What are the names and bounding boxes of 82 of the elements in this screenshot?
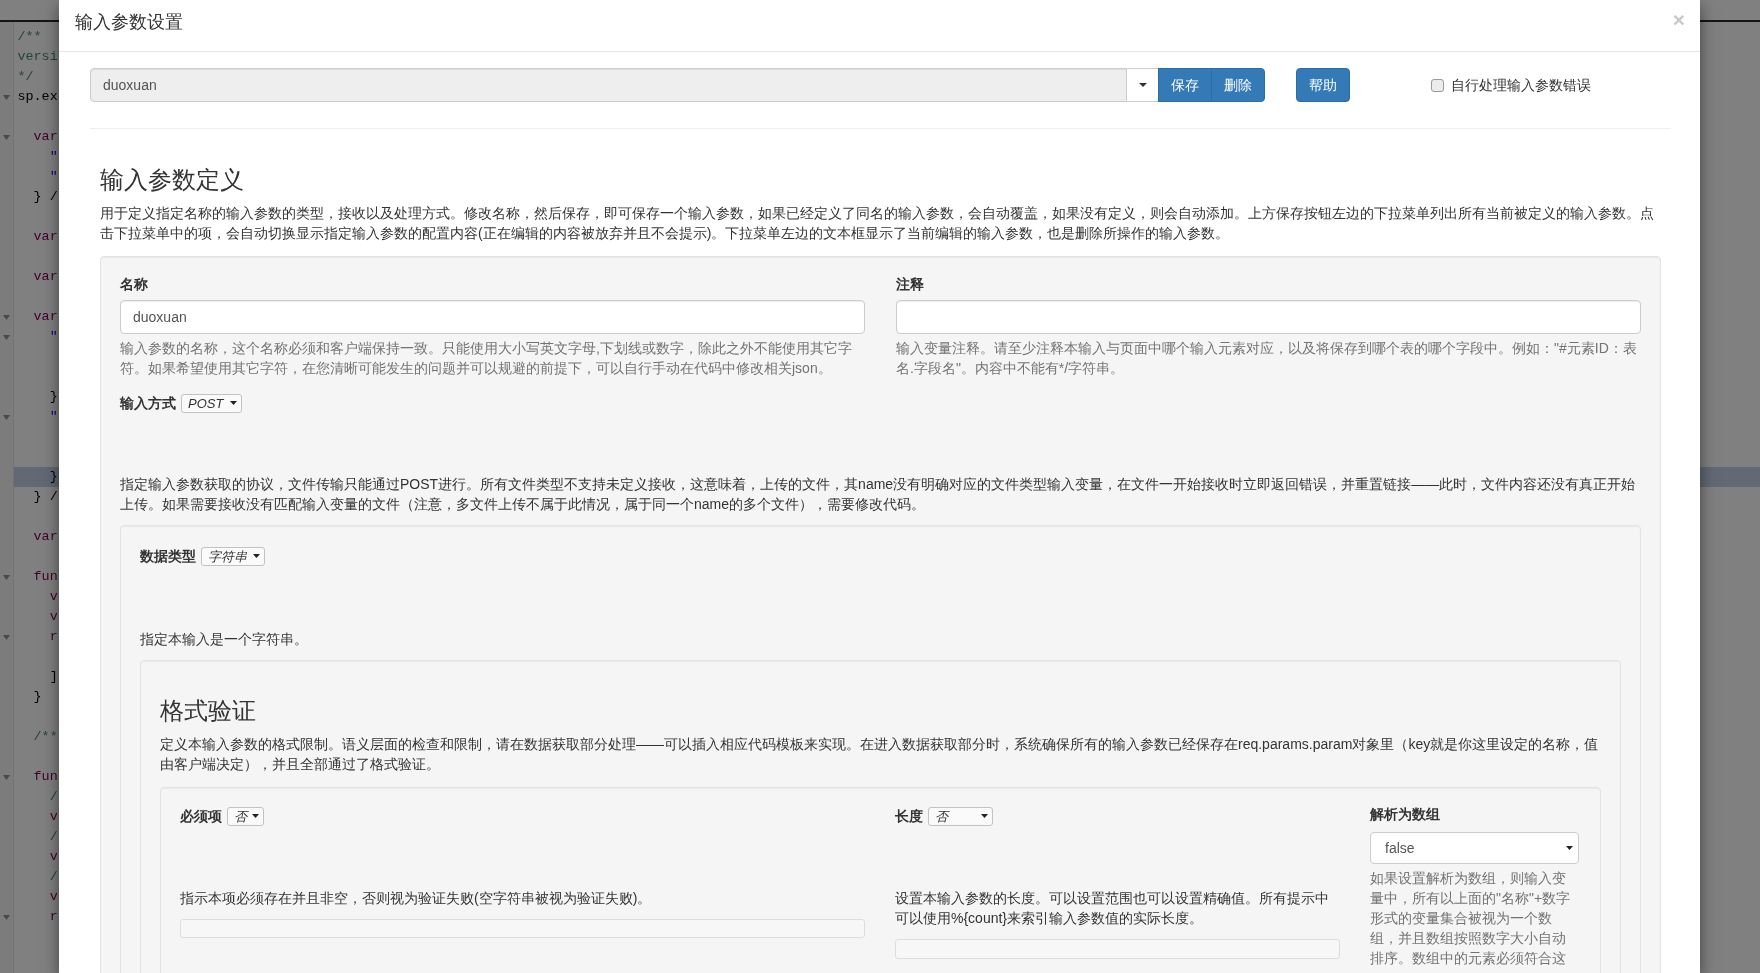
code-text: " xyxy=(48,168,58,186)
section-heading: 输入参数定义 xyxy=(100,167,245,193)
help-text: 如果设置解析为数组，则输入变量中，所有以上面的"名称"+数字形式的变量集合被视为一个数组，并且数组按照数字大小自动排序。数组中的元素必须符合这 xyxy=(1370,869,1572,968)
code-text: fun xyxy=(32,568,58,586)
triangle-icon[interactable] xyxy=(3,774,10,780)
description-text: 指定本输入是一个字符串。 xyxy=(140,630,309,649)
code-text: } xyxy=(48,388,58,406)
code-text: v xyxy=(48,608,58,626)
field-label: 输入方式 xyxy=(120,394,176,413)
code-text: r xyxy=(48,908,58,926)
description-text: 定义本输入参数的格式限制。语义层面的检查和限制，请在数据获取部分处理——可以插入相应代码模板来实现。在进入数据获取部分时，系统确保所有的输入参数已经保存在req.params.param对象里（key就是你这里设定的名称，值由客户端决定），并且全部通过了格式验证。 xyxy=(160,735,1600,774)
field-label: 名称 xyxy=(120,275,149,294)
code-text: var xyxy=(32,228,58,246)
dropdown-button[interactable]: 否 xyxy=(928,806,993,826)
input-field[interactable] xyxy=(895,939,1340,959)
code-text: versi xyxy=(17,48,58,66)
code-text: var xyxy=(32,268,58,286)
code-text: var xyxy=(32,528,58,546)
field-label: 必须项 xyxy=(180,807,222,826)
code-text: ] xyxy=(48,668,58,686)
code-text: } xyxy=(48,468,58,486)
triangle-icon[interactable] xyxy=(3,94,10,100)
triangle-icon[interactable] xyxy=(3,634,10,640)
checkbox-label[interactable]: 自行处理输入参数错误 xyxy=(1451,75,1591,95)
dropdown-button[interactable]: 否 xyxy=(227,806,264,826)
code-text: / xyxy=(48,828,58,846)
code-text: / xyxy=(48,788,58,806)
code-text: r xyxy=(48,628,58,646)
code-text: " xyxy=(48,408,58,426)
triangle-icon[interactable] xyxy=(3,414,10,420)
field-label: 长度 xyxy=(895,807,923,826)
description-text: 指定输入参数获取的协议，文件传输只能通过POST进行。所有文件类型不支持未定义接收，这意味着，上传的文件，其name没有明确对应的文件类型输入变量，在文件一开始接收时立即返回错误，并重置链接——此时，文件内容还没有真正开始上传。如果需要接收没有匹配输入变量的文件（注意，多文件上传不属于此情况，属于同一个name的多个文件），需要修改代码。 xyxy=(120,475,1637,514)
field-label: 解析为数组 xyxy=(1370,805,1441,824)
input-field[interactable] xyxy=(180,919,865,938)
input-field[interactable]: duoxuan xyxy=(120,300,865,334)
caret-icon xyxy=(230,401,237,405)
section-heading: 格式验证 xyxy=(160,698,257,724)
triangle-icon[interactable] xyxy=(3,314,10,320)
help-text: 输入变量注释。请至少注释本输入与页面中哪个输入元素对应，以及将保存到哪个表的哪个字段中。例如："#元素ID：表名.字段名"。内容中不能有*/字符串。 xyxy=(896,339,1638,378)
action-button[interactable]: 删除 xyxy=(1211,68,1265,102)
code-text: /** xyxy=(17,28,42,46)
code-text: " xyxy=(48,328,58,346)
code-text: v xyxy=(48,588,58,606)
code-text: } xyxy=(32,688,42,706)
code-text: fun xyxy=(32,768,58,786)
code-text: */ xyxy=(17,68,34,86)
checkbox[interactable] xyxy=(1431,78,1444,92)
triangle-icon[interactable] xyxy=(3,574,10,580)
code-text: var xyxy=(32,128,58,146)
caret-icon xyxy=(1138,83,1147,87)
dropdown-button[interactable]: 字符串 xyxy=(201,546,265,566)
code-text: v xyxy=(48,808,58,826)
action-button[interactable]: 帮助 xyxy=(1296,68,1350,102)
code-text: / xyxy=(48,868,58,886)
code-text: } / xyxy=(32,188,58,206)
caret-icon xyxy=(252,814,259,818)
action-button[interactable]: 保存 xyxy=(1158,68,1212,102)
select-field[interactable]: false xyxy=(1370,832,1579,864)
triangle-icon[interactable] xyxy=(3,134,10,140)
field-label: 注释 xyxy=(896,275,925,294)
dropdown-toggle-button[interactable] xyxy=(1127,68,1159,102)
code-text: var xyxy=(32,308,58,326)
description-text: 用于定义指定名称的输入参数的类型，接收以及处理方式。修改名称，然后保存，即可保存一个输入参数，如果已经定义了同名的输入参数，会自动覆盖，如果没有定义，则会自动添加。上方保存按钮左边的下拉菜单列出所有当前被定义的输入参数。点击下拉菜单中的项，会自动切换显示指定输入参数的配置内容(正在编辑的内容被放弃并且不会提示)。下拉菜单左边的文本框显示了当前编辑的输入参数，也是删除所操作的输入参数。 xyxy=(100,204,1655,243)
parameter-select-field[interactable]: duoxuan xyxy=(90,68,1127,102)
input-field[interactable] xyxy=(896,300,1641,334)
caret-icon xyxy=(1566,846,1573,850)
caret-icon xyxy=(981,814,988,818)
help-text: 输入参数的名称，这个名称必须和客户端保持一致。只能使用大小写英文字母,下划线或数字，除此之外不能使用其它字符。如果希望使用其它字符，在您清晰可能发生的问题并可以规避的前提下，可以自行手动在代码中修改相关json。 xyxy=(120,339,853,378)
triangle-icon[interactable] xyxy=(3,334,10,340)
code-text: sp.ex xyxy=(17,88,58,106)
triangle-icon[interactable] xyxy=(3,914,10,920)
field-label: 数据类型 xyxy=(140,547,196,566)
code-text: } / xyxy=(32,488,58,506)
help-text: 设置本输入参数的长度。可以设置范围也可以设置精确值。所有提示中可以使用%{count}来索引输入参数值的实际长度。 xyxy=(895,889,1330,928)
help-text: 指示本项必须存在并且非空，否则视为验证失败(空字符串被视为验证失败)。 xyxy=(180,889,653,908)
caret-icon xyxy=(253,554,260,558)
dialog-title: 输入参数设置 xyxy=(75,11,183,34)
code-text: " xyxy=(48,148,58,166)
code-text: /** xyxy=(32,728,58,746)
code-text: v xyxy=(48,848,58,866)
dropdown-button[interactable]: POST xyxy=(181,393,242,413)
code-text: v xyxy=(48,888,58,906)
